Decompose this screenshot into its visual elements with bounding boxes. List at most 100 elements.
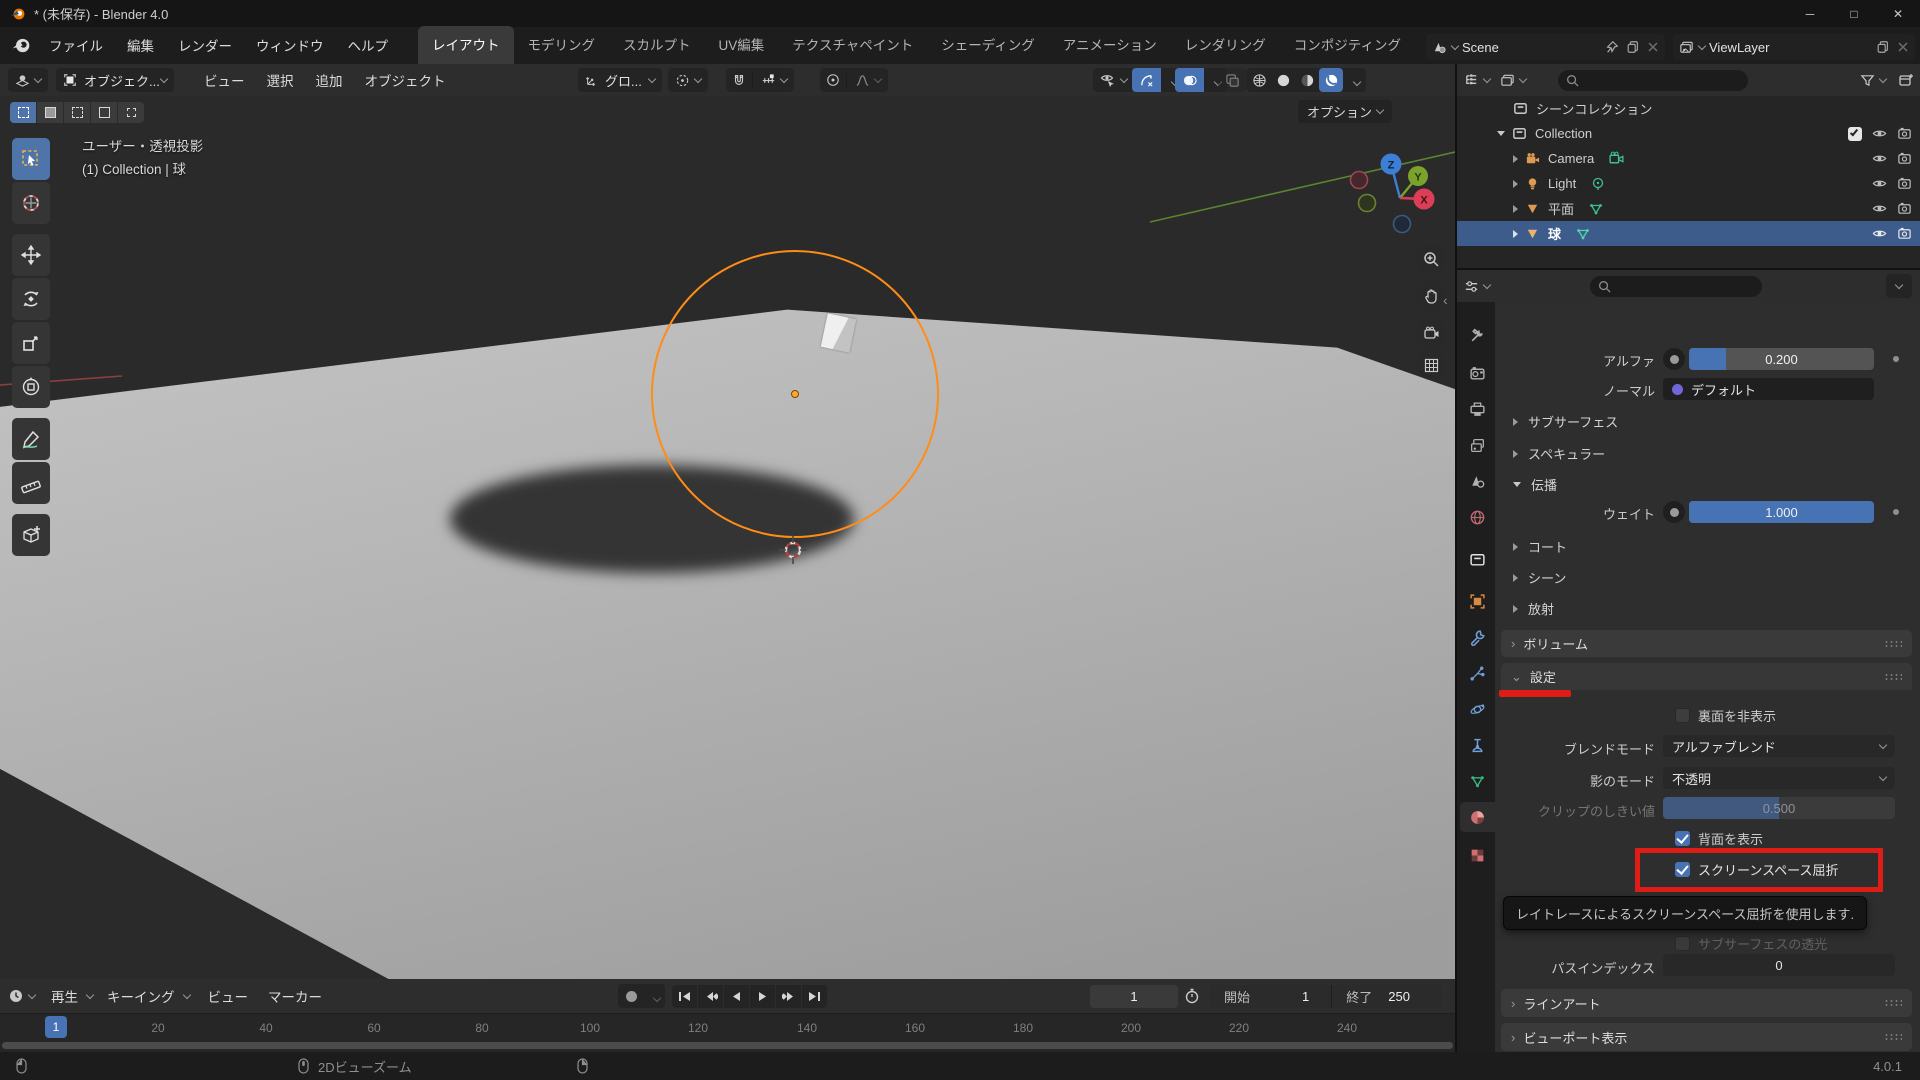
sidebar-toggle-icon[interactable]: ‹ xyxy=(1443,292,1448,308)
outliner-row-plane[interactable]: 平面 xyxy=(1457,196,1920,221)
timeline-scrollbar[interactable] xyxy=(2,1042,1453,1049)
hide-eye-icon[interactable] xyxy=(1872,201,1887,216)
tool-move[interactable] xyxy=(12,234,50,276)
tool-select-box[interactable] xyxy=(12,138,50,180)
snap-toggle[interactable] xyxy=(726,73,752,87)
expand-icon[interactable] xyxy=(1513,229,1518,238)
subsurface-section[interactable]: サブサーフェス xyxy=(1513,412,1618,431)
tab-object-data[interactable] xyxy=(1460,766,1495,796)
emission-section[interactable]: 放射 xyxy=(1513,599,1554,618)
gizmo-axis-neg-y[interactable] xyxy=(1357,193,1377,213)
outliner-row-collection[interactable]: Collection xyxy=(1457,121,1920,146)
new-collection-button[interactable] xyxy=(1898,72,1914,88)
marker-menu[interactable]: マーカー xyxy=(264,986,326,1006)
snap-settings-dropdown[interactable] xyxy=(752,72,794,88)
tab-object[interactable] xyxy=(1460,586,1495,616)
weight-slider[interactable]: 1.000 xyxy=(1689,501,1874,523)
outliner-row-light[interactable]: Light xyxy=(1457,171,1920,196)
blend-mode-dropdown[interactable]: アルファブレンド xyxy=(1663,735,1895,757)
editor-type-button[interactable] xyxy=(8,68,48,92)
shading-material-button[interactable] xyxy=(1295,68,1319,92)
workspace-tab-modeling[interactable]: モデリング xyxy=(514,26,610,64)
view-layer-selector[interactable]: ViewLayer xyxy=(1673,34,1915,60)
hide-eye-icon[interactable] xyxy=(1872,176,1887,191)
pivot-point-dropdown[interactable] xyxy=(668,68,708,92)
workspace-tab-texture-paint[interactable]: テクスチャペイント xyxy=(778,26,927,64)
menu-object[interactable]: オブジェクト xyxy=(361,70,450,90)
select-mode-extend[interactable] xyxy=(37,102,63,123)
auto-key-settings-dropdown[interactable] xyxy=(644,989,665,1004)
backface-culling-row[interactable]: 裏面を非表示 xyxy=(1675,706,1776,725)
jump-to-end-button[interactable] xyxy=(802,984,827,1008)
lineart-panel-header[interactable]: › ラインアート xyxy=(1501,989,1912,1017)
start-value[interactable]: 1 xyxy=(1302,989,1309,1004)
view-menu[interactable]: ビュー xyxy=(204,986,253,1006)
clip-threshold-slider[interactable]: 0.500 xyxy=(1663,797,1895,819)
menu-select[interactable]: 選択 xyxy=(263,70,298,90)
workspace-tab-rendering[interactable]: レンダリング xyxy=(1171,26,1280,64)
gizmo-axis-neg-x[interactable] xyxy=(1349,170,1369,190)
hide-eye-icon[interactable] xyxy=(1872,226,1887,241)
workspace-tab-animation[interactable]: アニメーション xyxy=(1049,26,1171,64)
disable-render-icon[interactable] xyxy=(1897,226,1912,241)
drag-handle-icon[interactable] xyxy=(1884,672,1902,681)
transform-orientation-dropdown[interactable]: グロ... xyxy=(578,68,662,92)
app-menu-button[interactable] xyxy=(0,27,37,64)
tool-scale[interactable] xyxy=(12,322,50,364)
playback-menu[interactable]: 再生 xyxy=(47,986,95,1006)
next-keyframe-button[interactable] xyxy=(776,984,801,1008)
tool-annotate[interactable] xyxy=(12,418,50,460)
tab-constraints[interactable] xyxy=(1460,730,1495,760)
hide-eye-icon[interactable] xyxy=(1872,151,1887,166)
collapse-icon[interactable] xyxy=(1497,131,1505,136)
transmission-section[interactable]: 伝播 xyxy=(1513,475,1557,494)
drag-handle-icon[interactable] xyxy=(1884,639,1902,648)
workspace-tab-compositing[interactable]: コンポジティング xyxy=(1280,26,1415,64)
workspace-tab-layout[interactable]: レイアウト xyxy=(418,26,514,64)
prev-keyframe-button[interactable] xyxy=(698,984,723,1008)
select-mode-subtract[interactable] xyxy=(64,102,90,123)
playhead[interactable]: 1 xyxy=(45,1016,67,1038)
minimize-button[interactable]: ─ xyxy=(1788,0,1832,27)
tool-add-cube[interactable] xyxy=(12,514,50,556)
gizmo-axis-neg-z[interactable] xyxy=(1392,214,1412,234)
viewport-3d[interactable]: ユーザー・透視投影 (1) Collection | 球 オプション Z Y X… xyxy=(0,96,1455,979)
disable-render-icon[interactable] xyxy=(1897,176,1912,191)
shading-solid-button[interactable] xyxy=(1271,68,1295,92)
outliner-row-camera[interactable]: Camera xyxy=(1457,146,1920,171)
current-frame-field[interactable]: 1 xyxy=(1090,984,1178,1008)
disable-render-icon[interactable] xyxy=(1897,151,1912,166)
navigation-gizmo[interactable]: Z Y X xyxy=(1345,143,1455,253)
scene-selector[interactable]: Scene xyxy=(1426,34,1665,60)
play-reverse-button[interactable] xyxy=(724,984,749,1008)
menu-help[interactable]: ヘルプ xyxy=(336,26,401,64)
tab-output[interactable] xyxy=(1460,394,1495,424)
object-type-visibility-dropdown[interactable] xyxy=(1093,68,1134,92)
checkbox-unchecked[interactable] xyxy=(1675,708,1690,723)
zoom-button[interactable] xyxy=(1416,244,1446,274)
pan-button[interactable] xyxy=(1416,281,1446,311)
show-gizmo-toggle[interactable] xyxy=(1132,68,1161,92)
coat-section[interactable]: コート xyxy=(1513,537,1567,556)
timeline-editor-type-button[interactable] xyxy=(8,988,37,1004)
tab-modifiers[interactable] xyxy=(1460,622,1495,652)
shading-settings-dropdown[interactable] xyxy=(1343,73,1366,88)
shading-wireframe-button[interactable] xyxy=(1247,68,1271,92)
play-button[interactable] xyxy=(750,984,775,1008)
tab-material-active[interactable] xyxy=(1460,802,1495,832)
pass-index-field[interactable]: 0 xyxy=(1663,954,1895,976)
menu-add[interactable]: 追加 xyxy=(312,70,347,90)
show-overlays-toggle[interactable] xyxy=(1175,68,1204,92)
alpha-slider[interactable]: 0.200 xyxy=(1689,348,1874,370)
close-button[interactable]: ✕ xyxy=(1876,0,1920,27)
tab-scene[interactable] xyxy=(1460,466,1495,496)
animate-dot[interactable] xyxy=(1893,356,1899,362)
outliner-filter-button[interactable] xyxy=(1860,73,1888,88)
expand-icon[interactable] xyxy=(1513,179,1518,188)
pin-icon[interactable] xyxy=(1605,40,1619,54)
mode-dropdown[interactable]: オブジェク... xyxy=(56,68,174,92)
properties-editor-type-button[interactable] xyxy=(1464,279,1492,294)
drag-handle-icon[interactable] xyxy=(1884,1033,1902,1041)
camera-view-button[interactable] xyxy=(1416,318,1446,348)
tab-world[interactable] xyxy=(1460,502,1495,532)
